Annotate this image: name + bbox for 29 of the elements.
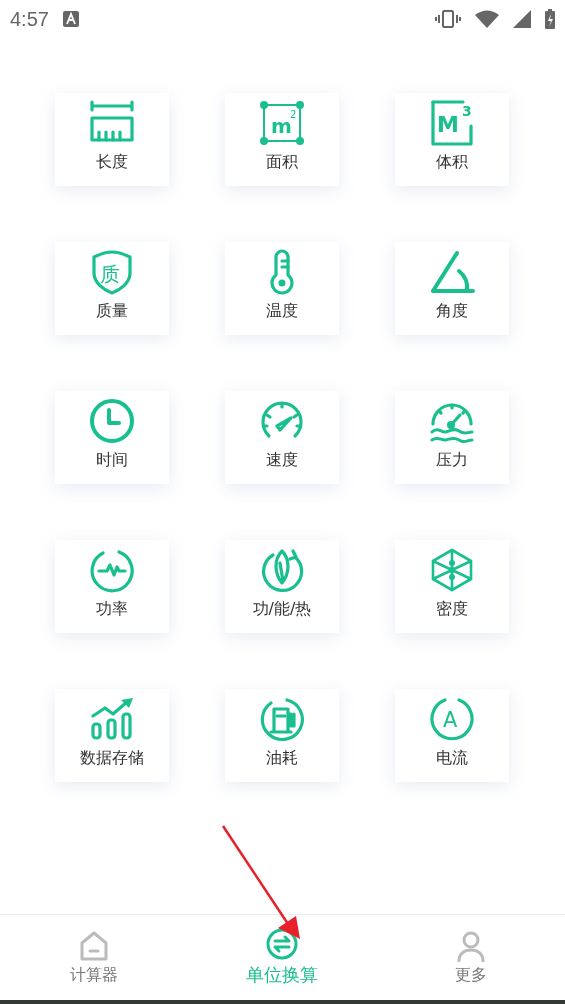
signal-icon bbox=[513, 10, 531, 28]
unit-card[interactable]: 密度 bbox=[395, 540, 509, 633]
cube-network-icon bbox=[429, 547, 475, 593]
unit-card[interactable]: 时间 bbox=[55, 391, 169, 484]
unit-card[interactable]: 压力 bbox=[395, 391, 509, 484]
home-icon bbox=[78, 929, 111, 962]
wifi-icon bbox=[475, 10, 499, 28]
unit-card[interactable]: 温度 bbox=[225, 242, 339, 335]
leaf-cycle-icon bbox=[259, 547, 305, 593]
power-pulse-icon bbox=[89, 547, 135, 593]
unit-card[interactable]: 角度 bbox=[395, 242, 509, 335]
unit-card[interactable]: A 电流 bbox=[395, 689, 509, 782]
battery-icon bbox=[545, 9, 555, 29]
unit-card[interactable]: 功/能/热 bbox=[225, 540, 339, 633]
unit-card[interactable]: 长度 bbox=[55, 93, 169, 186]
notification-icon bbox=[62, 11, 79, 27]
clock-icon bbox=[89, 398, 135, 444]
fuel-pump-icon bbox=[259, 696, 305, 742]
unit-card[interactable]: 数据存储 bbox=[55, 689, 169, 782]
angle-icon bbox=[429, 249, 475, 295]
unit-card[interactable]: 油耗 bbox=[225, 689, 339, 782]
status-time: 4:57 bbox=[10, 7, 49, 31]
swap-arrows-icon bbox=[266, 928, 299, 960]
unit-card[interactable]: 速度 bbox=[225, 391, 339, 484]
unit-card[interactable]: 功率 bbox=[55, 540, 169, 633]
unit-card[interactable]: 质 质量 bbox=[55, 242, 169, 335]
shield-icon: 质 bbox=[89, 249, 135, 295]
bar-chart-trend-icon bbox=[89, 696, 135, 742]
vibrate-icon bbox=[435, 9, 461, 29]
